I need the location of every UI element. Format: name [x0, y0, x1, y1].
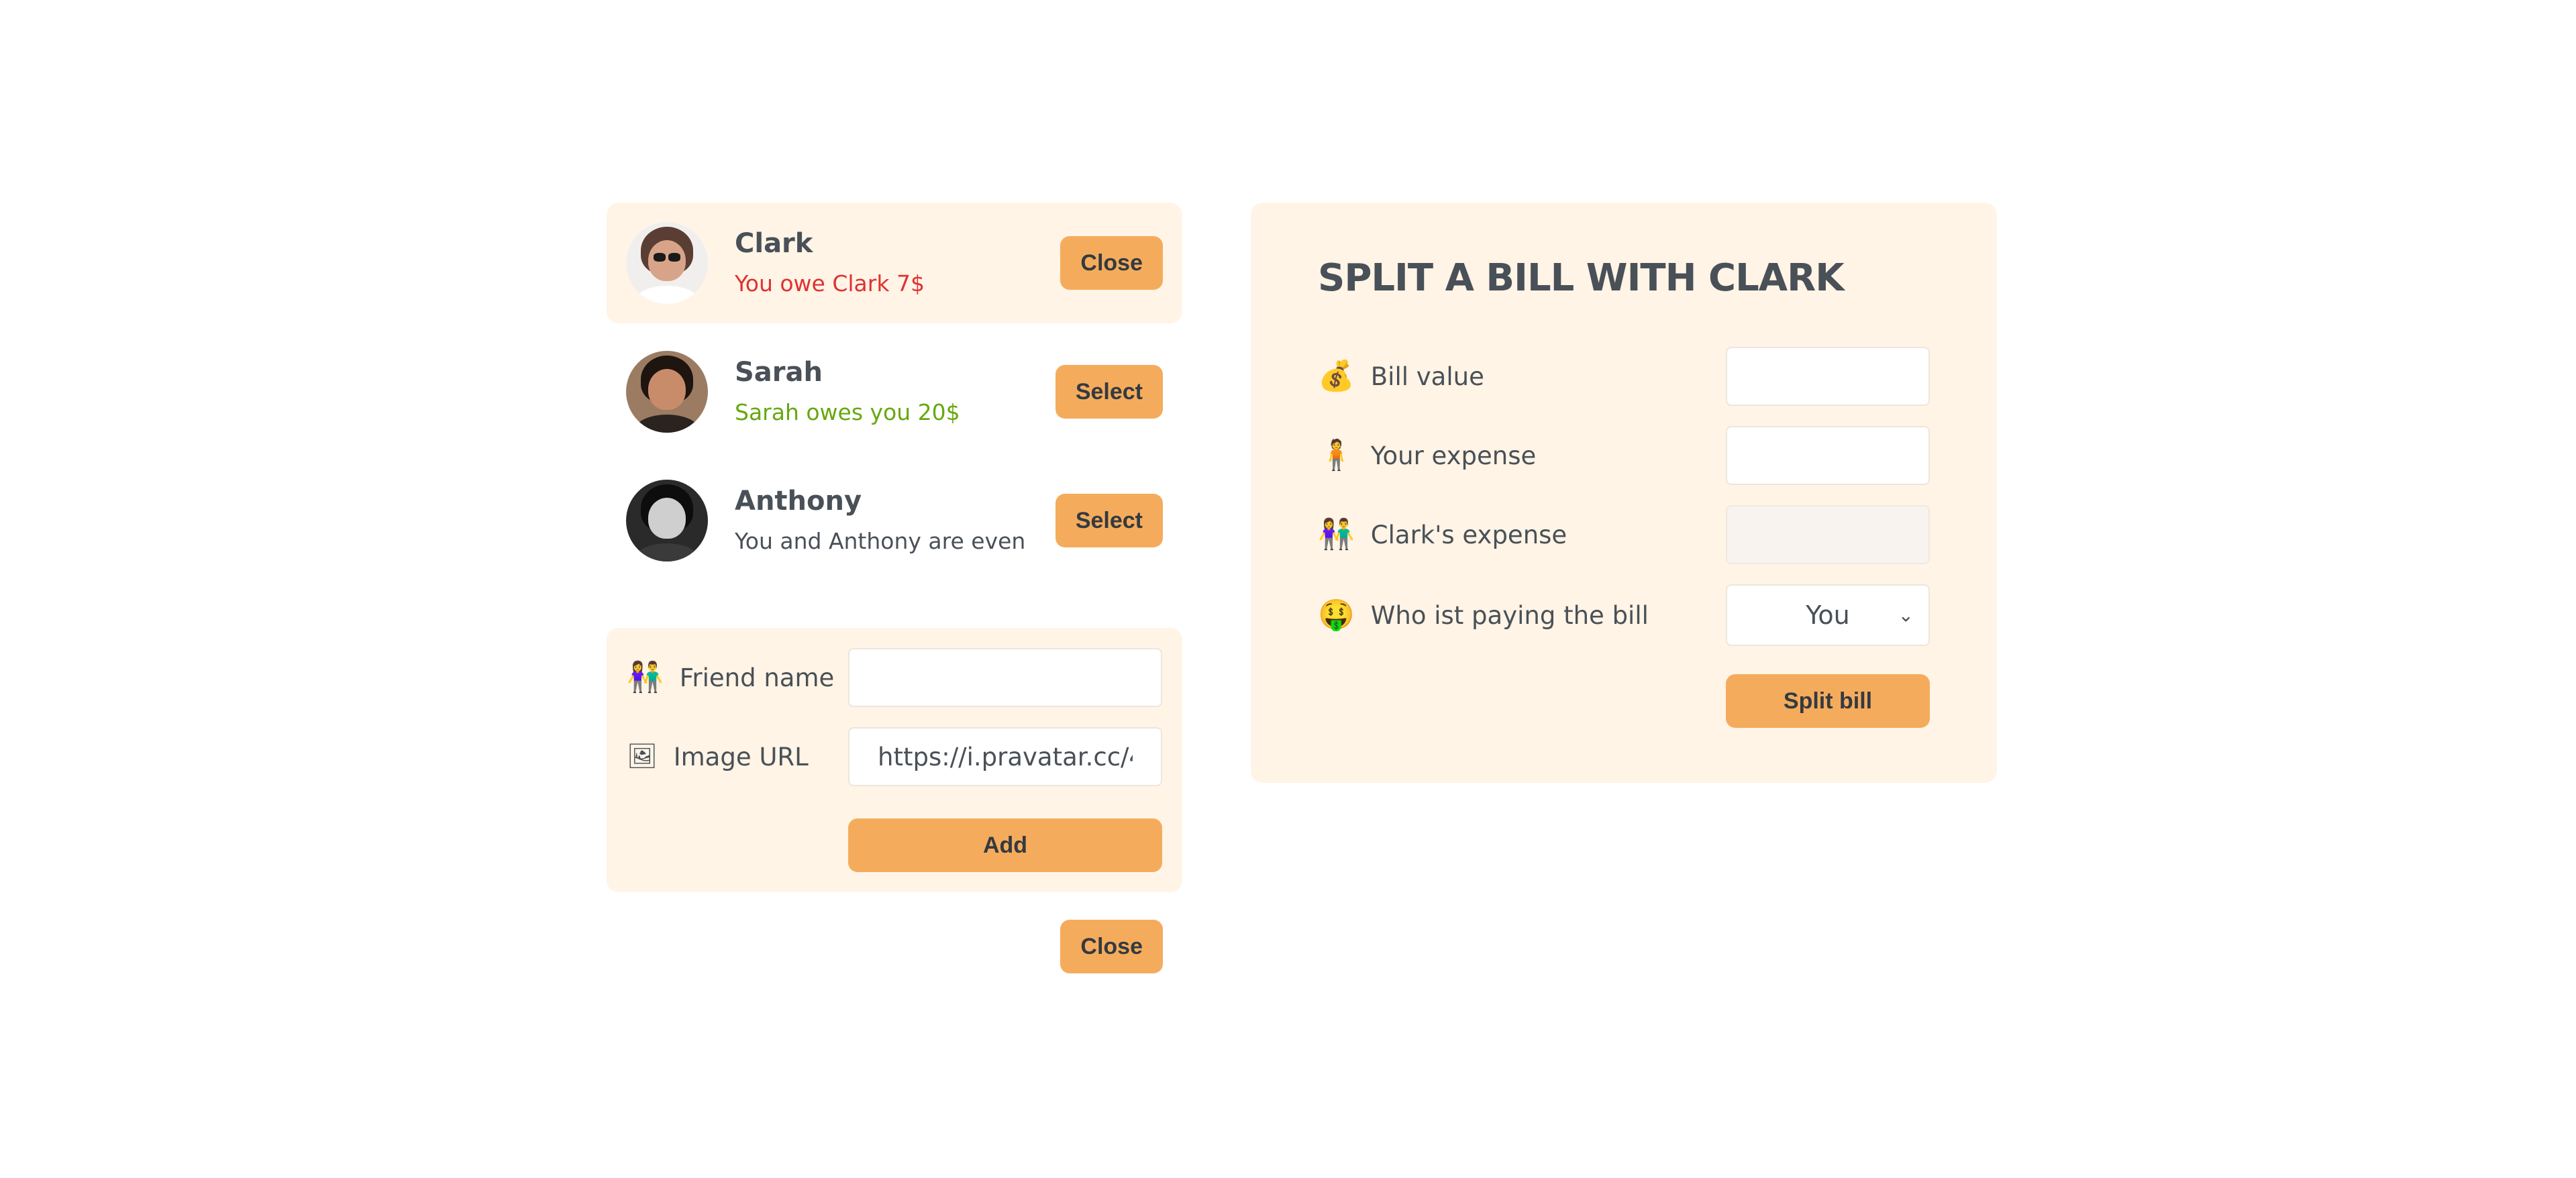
friend-name-input[interactable]	[848, 648, 1162, 707]
select-friend-button[interactable]: Select	[1055, 365, 1163, 419]
friend-item-sarah: Sarah Sarah owes you 20$ Select	[607, 331, 1182, 452]
chevron-down-icon: ⌄	[1898, 604, 1914, 627]
split-bill-form: SPLIT A BILL WITH CLARK 💰 Bill value 🧍 Y…	[1251, 203, 1997, 783]
friend-info: Clark You owe Clark 7$	[735, 229, 1060, 297]
image-url-label-text: Image URL	[673, 742, 809, 771]
add-friend-actions: Add	[848, 818, 1162, 872]
framed-picture-icon: 🖼	[627, 743, 658, 770]
people-holding-hands-icon: 👫	[627, 660, 664, 694]
friend-name: Anthony	[735, 486, 862, 517]
friend-balance-status: Sarah owes you 20$	[735, 399, 960, 426]
friend-item-anthony: Anthony You and Anthony are even Select	[607, 460, 1182, 581]
friends-list: Clark You owe Clark 7$ Close Sarah Sarah…	[607, 203, 1182, 589]
avatar	[626, 222, 708, 304]
friend-info: Sarah Sarah owes you 20$	[735, 358, 1055, 426]
friend-name: Sarah	[735, 357, 823, 388]
add-friend-form: 👫 Friend name 🖼 Image URL Add	[607, 628, 1182, 892]
sidebar: Clark You owe Clark 7$ Close Sarah Sarah…	[607, 203, 1182, 973]
payer-label-text: Who ist paying the bill	[1370, 600, 1649, 630]
split-bill-button[interactable]: Split bill	[1726, 674, 1930, 728]
your-expense-label-text: Your expense	[1370, 441, 1537, 470]
bill-value-label: 💰 Bill value	[1318, 362, 1726, 391]
friend-item-clark: Clark You owe Clark 7$ Close	[607, 203, 1182, 323]
friend-balance-status: You and Anthony are even	[735, 528, 1026, 555]
friend-info: Anthony You and Anthony are even	[735, 486, 1055, 555]
bill-value-input[interactable]	[1726, 347, 1930, 406]
person-standing-icon: 🧍	[1318, 438, 1355, 472]
money-bag-icon: 💰	[1318, 359, 1355, 393]
friend-name-label: 👫 Friend name	[627, 663, 848, 692]
close-friend-button[interactable]: Close	[1060, 236, 1163, 290]
friend-balance-status: You owe Clark 7$	[735, 270, 925, 297]
payer-label: 🤑 Who ist paying the bill	[1318, 600, 1726, 630]
friend-name: Clark	[735, 228, 813, 260]
friend-expense-label-text: Clark's expense	[1370, 520, 1567, 549]
select-friend-button[interactable]: Select	[1055, 494, 1163, 547]
friend-expense-label: 👫 Clark's expense	[1318, 520, 1726, 549]
avatar	[626, 480, 708, 561]
close-add-form-wrap: Close	[607, 920, 1182, 973]
friend-expense-input	[1726, 505, 1930, 564]
avatar	[626, 351, 708, 433]
close-add-form-button[interactable]: Close	[1060, 920, 1163, 973]
image-url-input[interactable]	[848, 727, 1162, 786]
app: Clark You owe Clark 7$ Close Sarah Sarah…	[607, 203, 1997, 973]
payer-select[interactable]: You ⌄	[1726, 584, 1930, 646]
split-bill-fields: 💰 Bill value 🧍 Your expense 👫 Clark's ex…	[1318, 347, 1930, 728]
add-friend-button[interactable]: Add	[848, 818, 1162, 872]
bill-value-label-text: Bill value	[1370, 362, 1484, 391]
payer-selected-value: You	[1806, 600, 1850, 630]
your-expense-label: 🧍 Your expense	[1318, 441, 1726, 470]
split-bill-title: SPLIT A BILL WITH CLARK	[1318, 256, 1845, 300]
image-url-label: 🖼 Image URL	[627, 743, 848, 771]
split-bill-actions: Split bill	[1726, 674, 1930, 728]
money-mouth-face-icon: 🤑	[1318, 598, 1355, 632]
people-holding-hands-icon: 👫	[1318, 517, 1355, 551]
your-expense-input[interactable]	[1726, 426, 1930, 485]
friend-name-label-text: Friend name	[679, 663, 835, 692]
